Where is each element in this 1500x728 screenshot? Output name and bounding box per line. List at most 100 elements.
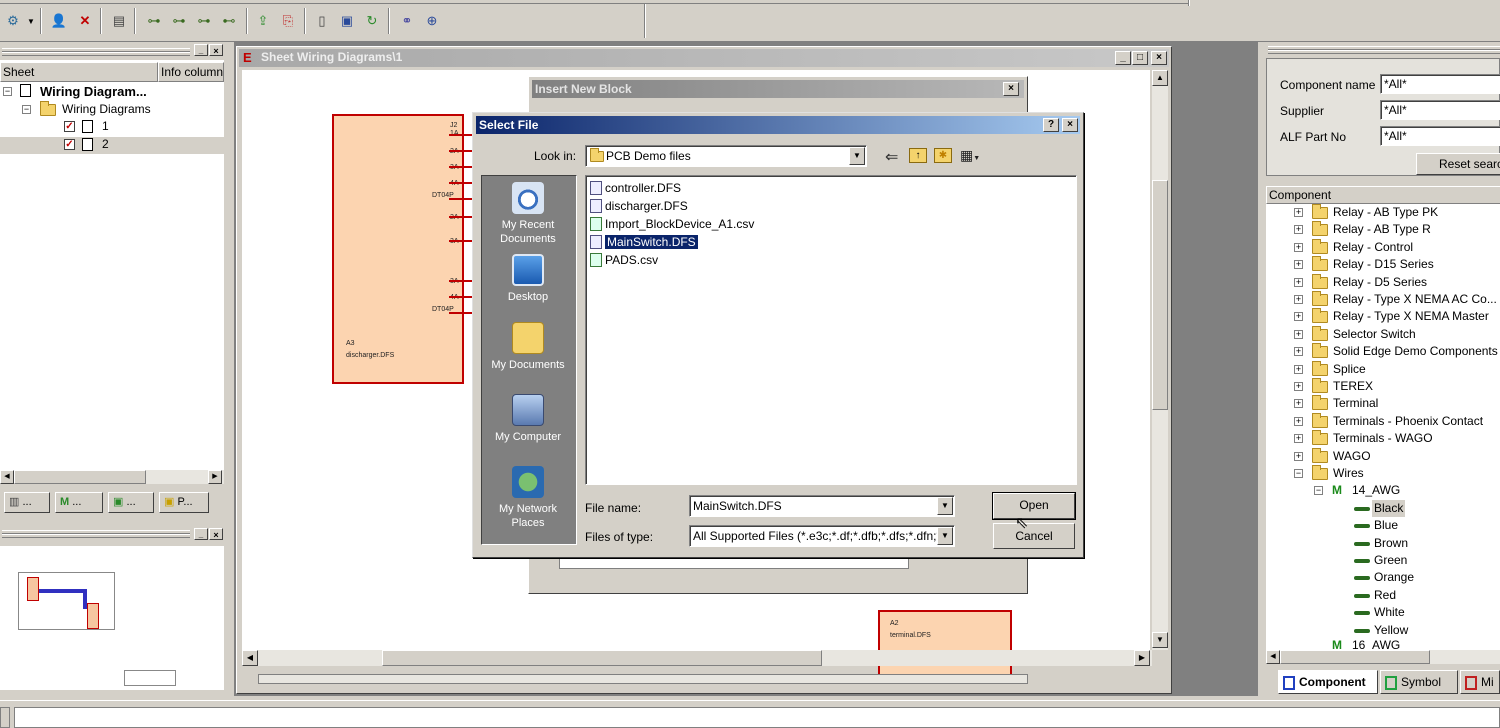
tree-item-wire[interactable]: Orange (1266, 569, 1500, 586)
tab-misc[interactable]: Mi (1460, 670, 1500, 694)
scroll-thumb[interactable] (1152, 180, 1168, 410)
connector-pin[interactable] (449, 240, 473, 242)
schematic-block-a[interactable]: A3 discharger.DFS J2 1A 2A 3A 4A DT04P 2… (332, 114, 464, 384)
command-input[interactable] (14, 707, 1500, 728)
user-icon[interactable]: 👤 (48, 10, 70, 32)
minimize-button[interactable]: _ (194, 528, 208, 540)
tab-component[interactable]: Component (1278, 670, 1378, 694)
collapse-icon[interactable]: − (1314, 486, 1323, 496)
info-icon[interactable]: ⊕ (421, 10, 443, 32)
tab-devices[interactable]: ▣ ... (108, 492, 154, 513)
vertical-scrollbar[interactable]: ▲ ▼ (1152, 70, 1168, 650)
place-my-computer[interactable]: My Computer (482, 394, 574, 444)
help-button[interactable]: ? (1043, 118, 1059, 132)
tree-item[interactable]: + Terminal (1266, 395, 1500, 412)
expand-icon[interactable]: + (1294, 451, 1303, 461)
tree-root[interactable]: Wiring Diagram... (40, 83, 147, 100)
scroll-thumb[interactable] (382, 650, 822, 666)
collapse-icon[interactable]: − (3, 87, 12, 96)
tree-sheet-2[interactable]: 2 (102, 136, 109, 153)
maximize-button[interactable]: □ (1132, 51, 1148, 65)
connector-pin[interactable] (449, 134, 473, 136)
tab-tree[interactable]: ▥ ... (4, 492, 50, 513)
tree-item[interactable]: + Relay - AB Type PK (1266, 204, 1500, 221)
net-icon[interactable]: ⊷ (218, 10, 240, 32)
scroll-left-arrow[interactable]: ◀ (1266, 650, 1280, 664)
expand-icon[interactable]: + (1294, 225, 1303, 235)
tree-item-wire[interactable]: Black (1266, 499, 1500, 517)
tree-item[interactable]: + Terminals - Phoenix Contact (1266, 412, 1500, 430)
tree-item[interactable]: + WAGO (1266, 447, 1500, 465)
minimize-button[interactable]: _ (194, 44, 208, 56)
tree-item-wire[interactable]: White (1266, 604, 1500, 621)
tree-folder[interactable]: Wiring Diagrams (62, 101, 151, 118)
scroll-right-arrow[interactable]: ▶ (1134, 650, 1150, 666)
expand-icon[interactable]: + (1294, 399, 1303, 409)
tree-item-wire[interactable]: Green (1266, 552, 1500, 569)
scroll-left-arrow[interactable]: ◀ (242, 650, 258, 666)
place-recent[interactable]: My Recent Documents (482, 182, 574, 246)
tree-item[interactable]: + Solid Edge Demo Components (1266, 343, 1500, 360)
new-sheet-icon[interactable]: ▯ (311, 10, 333, 32)
tree-item[interactable]: + Relay - D5 Series (1266, 273, 1500, 291)
connector-pin[interactable] (449, 296, 473, 298)
tab-parts[interactable]: ▣ P... (159, 492, 209, 513)
connector-pin[interactable] (449, 198, 473, 200)
connector-pin[interactable] (449, 166, 473, 168)
file-list[interactable]: controller.DFS discharger.DFS Import_Blo… (585, 175, 1077, 485)
expand-icon[interactable]: + (1294, 364, 1303, 374)
tab-symbol[interactable]: Symbol (1380, 670, 1458, 694)
new-folder-icon[interactable]: ✱ (934, 148, 952, 163)
file-name-field[interactable]: MainSwitch.DFS (689, 495, 955, 517)
net-icon[interactable]: ⊶ (143, 10, 165, 32)
tree-h-scrollbar[interactable]: ◀ (1266, 650, 1500, 664)
close-button[interactable]: × (1151, 51, 1167, 65)
tree-item[interactable]: + TEREX (1266, 378, 1500, 395)
tree-item[interactable]: + Relay - D15 Series (1266, 256, 1500, 273)
delete-icon[interactable]: ✕ (74, 10, 96, 32)
minimize-button[interactable]: _ (1115, 51, 1131, 65)
export-icon[interactable]: ⇪ (252, 10, 274, 32)
scroll-up-arrow[interactable]: ▲ (1152, 70, 1168, 86)
refresh-icon[interactable]: ↻ (361, 10, 383, 32)
print-icon[interactable]: ▤ (108, 10, 130, 32)
tree-item[interactable]: + Relay - Type X NEMA Master (1266, 308, 1500, 325)
net-icon[interactable]: ⊶ (168, 10, 190, 32)
tree-sheet-1[interactable]: 1 (102, 118, 109, 135)
expand-icon[interactable]: + (1294, 277, 1303, 287)
reset-search-button[interactable]: Reset search (1416, 153, 1500, 175)
expand-icon[interactable]: + (1294, 347, 1303, 357)
up-folder-icon[interactable]: ↑ (909, 148, 927, 163)
expand-icon[interactable]: + (1294, 416, 1303, 426)
dropdown-arrow-icon[interactable]: ▼ (24, 10, 38, 32)
tree-item-wire[interactable]: Brown (1266, 535, 1500, 552)
expand-icon[interactable]: + (1294, 312, 1303, 322)
tree-item[interactable]: + Relay - AB Type R (1266, 221, 1500, 238)
tree-item[interactable]: + Relay - Type X NEMA AC Co... (1266, 291, 1500, 308)
import-icon[interactable]: ⎘ (277, 10, 299, 32)
expand-icon[interactable]: + (1294, 434, 1303, 444)
link-icon[interactable]: ⚭ (396, 10, 418, 32)
tree-item[interactable]: + Relay - Control (1266, 238, 1500, 256)
connector-pin[interactable] (449, 150, 473, 152)
expand-icon[interactable]: + (1294, 208, 1303, 217)
component-tree[interactable]: Component + Relay - AB Type PK + Relay - AB… (1266, 186, 1500, 664)
save-icon[interactable]: ▣ (336, 10, 358, 32)
look-in-dropdown[interactable]: PCB Demo files (585, 145, 867, 167)
scroll-down-arrow[interactable]: ▼ (1152, 632, 1168, 648)
tree-item[interactable]: + Selector Switch (1266, 325, 1500, 343)
checkbox-sheet-2[interactable]: ✓ (64, 139, 75, 150)
component-name-input[interactable]: *All* (1380, 74, 1500, 94)
close-button[interactable]: × (1062, 118, 1078, 132)
expand-icon[interactable]: + (1294, 260, 1303, 270)
chevron-down-icon[interactable]: ▼ (937, 527, 953, 545)
chevron-down-icon[interactable]: ▼ (849, 147, 865, 165)
place-network[interactable]: My Network Places (482, 466, 574, 530)
cancel-button[interactable]: Cancel (993, 523, 1075, 549)
file-item-selected[interactable]: MainSwitch.DFS (590, 234, 699, 251)
place-desktop[interactable]: Desktop (482, 254, 574, 304)
tree-item[interactable]: + Terminals - WAGO (1266, 430, 1500, 447)
tree-item-wire[interactable]: Blue (1266, 517, 1500, 534)
preview-canvas[interactable] (0, 546, 224, 690)
open-button[interactable]: Open (992, 492, 1076, 520)
